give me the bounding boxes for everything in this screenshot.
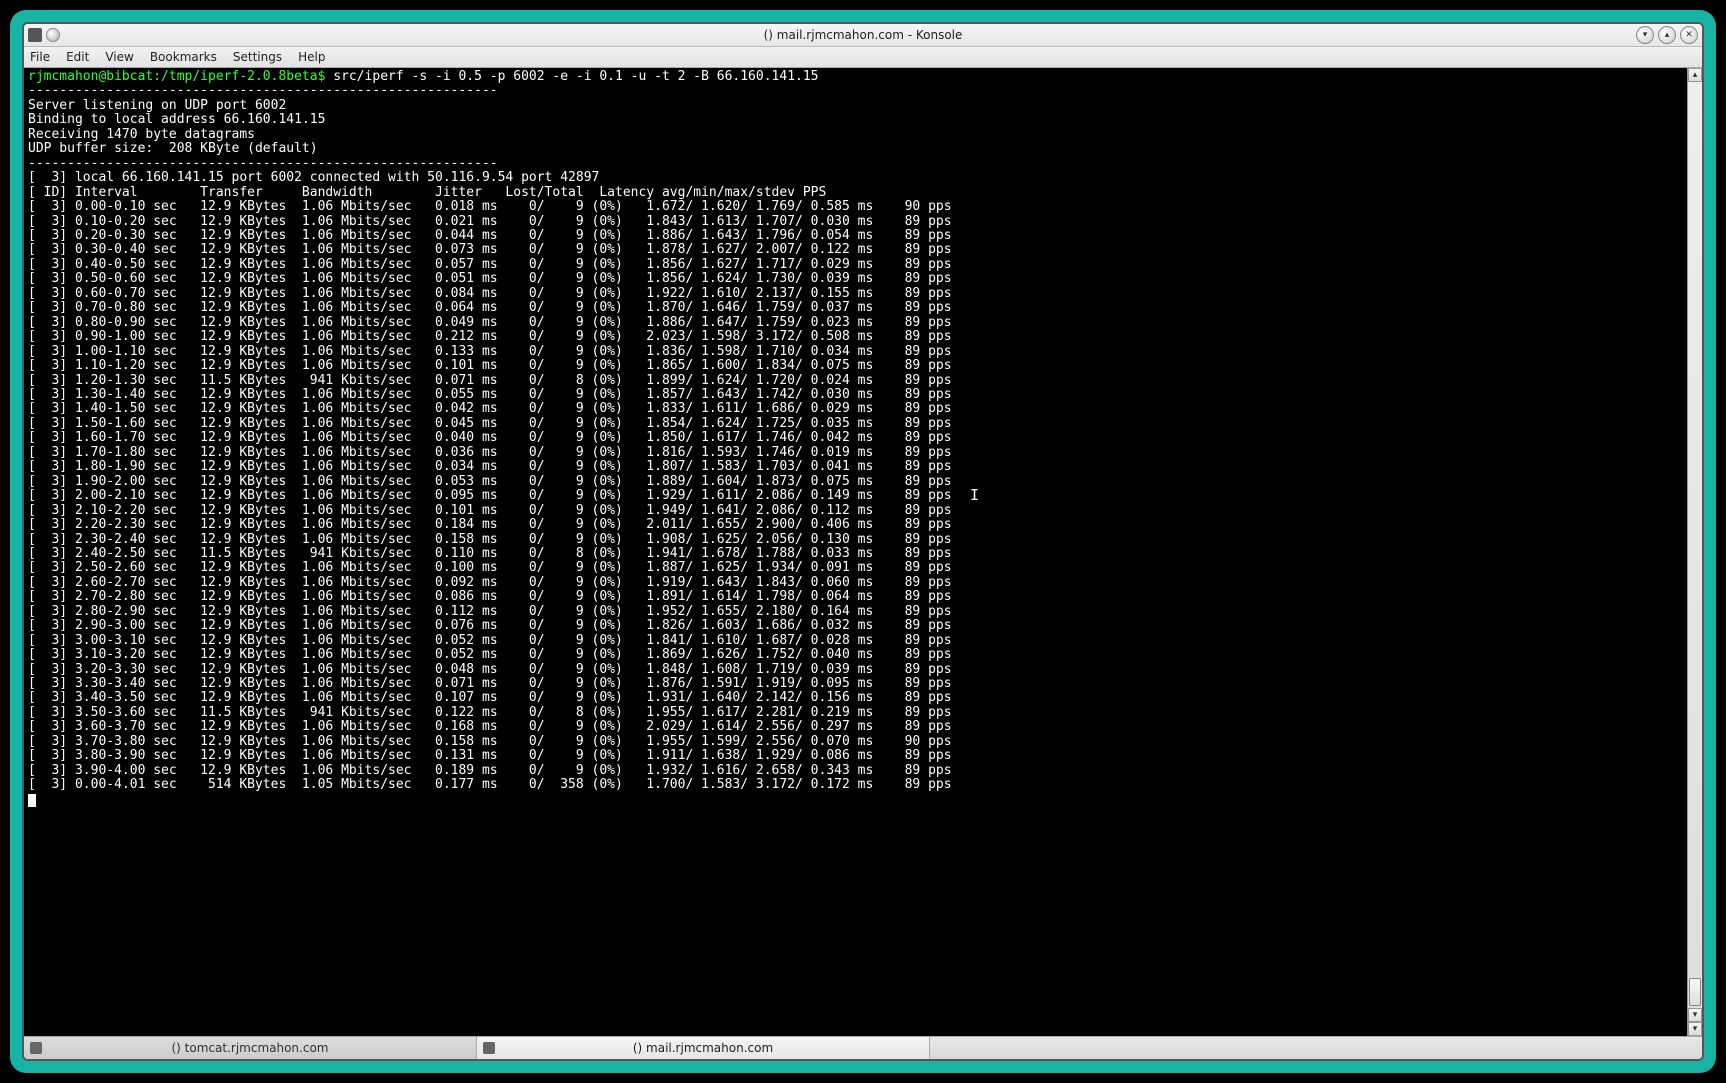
window-title: () mail.rjmcmahon.com - Konsole (24, 28, 1702, 42)
menu-file[interactable]: File (30, 50, 50, 64)
tab-label: () tomcat.rjmcmahon.com (24, 1041, 476, 1055)
menu-settings[interactable]: Settings (233, 50, 282, 64)
scroll-down-icon[interactable]: ▾ (1688, 1008, 1702, 1022)
konsole-window: () mail.rjmcmahon.com - Konsole ▾ ▴ ✕ Fi… (22, 22, 1704, 1061)
menu-bookmarks[interactable]: Bookmarks (150, 50, 217, 64)
maximize-button[interactable]: ▴ (1658, 26, 1676, 44)
tabbar: () tomcat.rjmcmahon.com () mail.rjmcmaho… (24, 1036, 1702, 1059)
scroll-down2-icon[interactable]: ▾ (1688, 1022, 1702, 1036)
terminal-area[interactable]: rjmcmahon@bibcat:/tmp/iperf-2.0.8beta$ s… (24, 68, 1702, 1036)
menu-help[interactable]: Help (298, 50, 325, 64)
minimize-button[interactable]: ▾ (1636, 26, 1654, 44)
menu-view[interactable]: View (105, 50, 133, 64)
tab-icon (483, 1042, 495, 1054)
titlebar[interactable]: () mail.rjmcmahon.com - Konsole ▾ ▴ ✕ (24, 24, 1702, 47)
close-button[interactable]: ✕ (1680, 26, 1698, 44)
menu-edit[interactable]: Edit (66, 50, 89, 64)
menubar: File Edit View Bookmarks Settings Help (24, 47, 1702, 68)
terminal-output[interactable]: rjmcmahon@bibcat:/tmp/iperf-2.0.8beta$ s… (24, 68, 1687, 1036)
app-icon (28, 28, 42, 42)
terminal-scrollbar[interactable]: ▴ ▾ ▾ (1687, 68, 1702, 1036)
scroll-thumb[interactable] (1689, 978, 1701, 1006)
tab-icon (30, 1042, 42, 1054)
titlebar-dot-icon[interactable] (46, 28, 60, 42)
tab-label: () mail.rjmcmahon.com (477, 1041, 929, 1055)
tab-tomcat[interactable]: () tomcat.rjmcmahon.com (24, 1037, 477, 1059)
tab-mail[interactable]: () mail.rjmcmahon.com (477, 1037, 930, 1059)
scroll-up-icon[interactable]: ▴ (1688, 68, 1702, 82)
desktop-background: () mail.rjmcmahon.com - Konsole ▾ ▴ ✕ Fi… (10, 10, 1716, 1073)
text-cursor-icon: I (970, 486, 979, 504)
